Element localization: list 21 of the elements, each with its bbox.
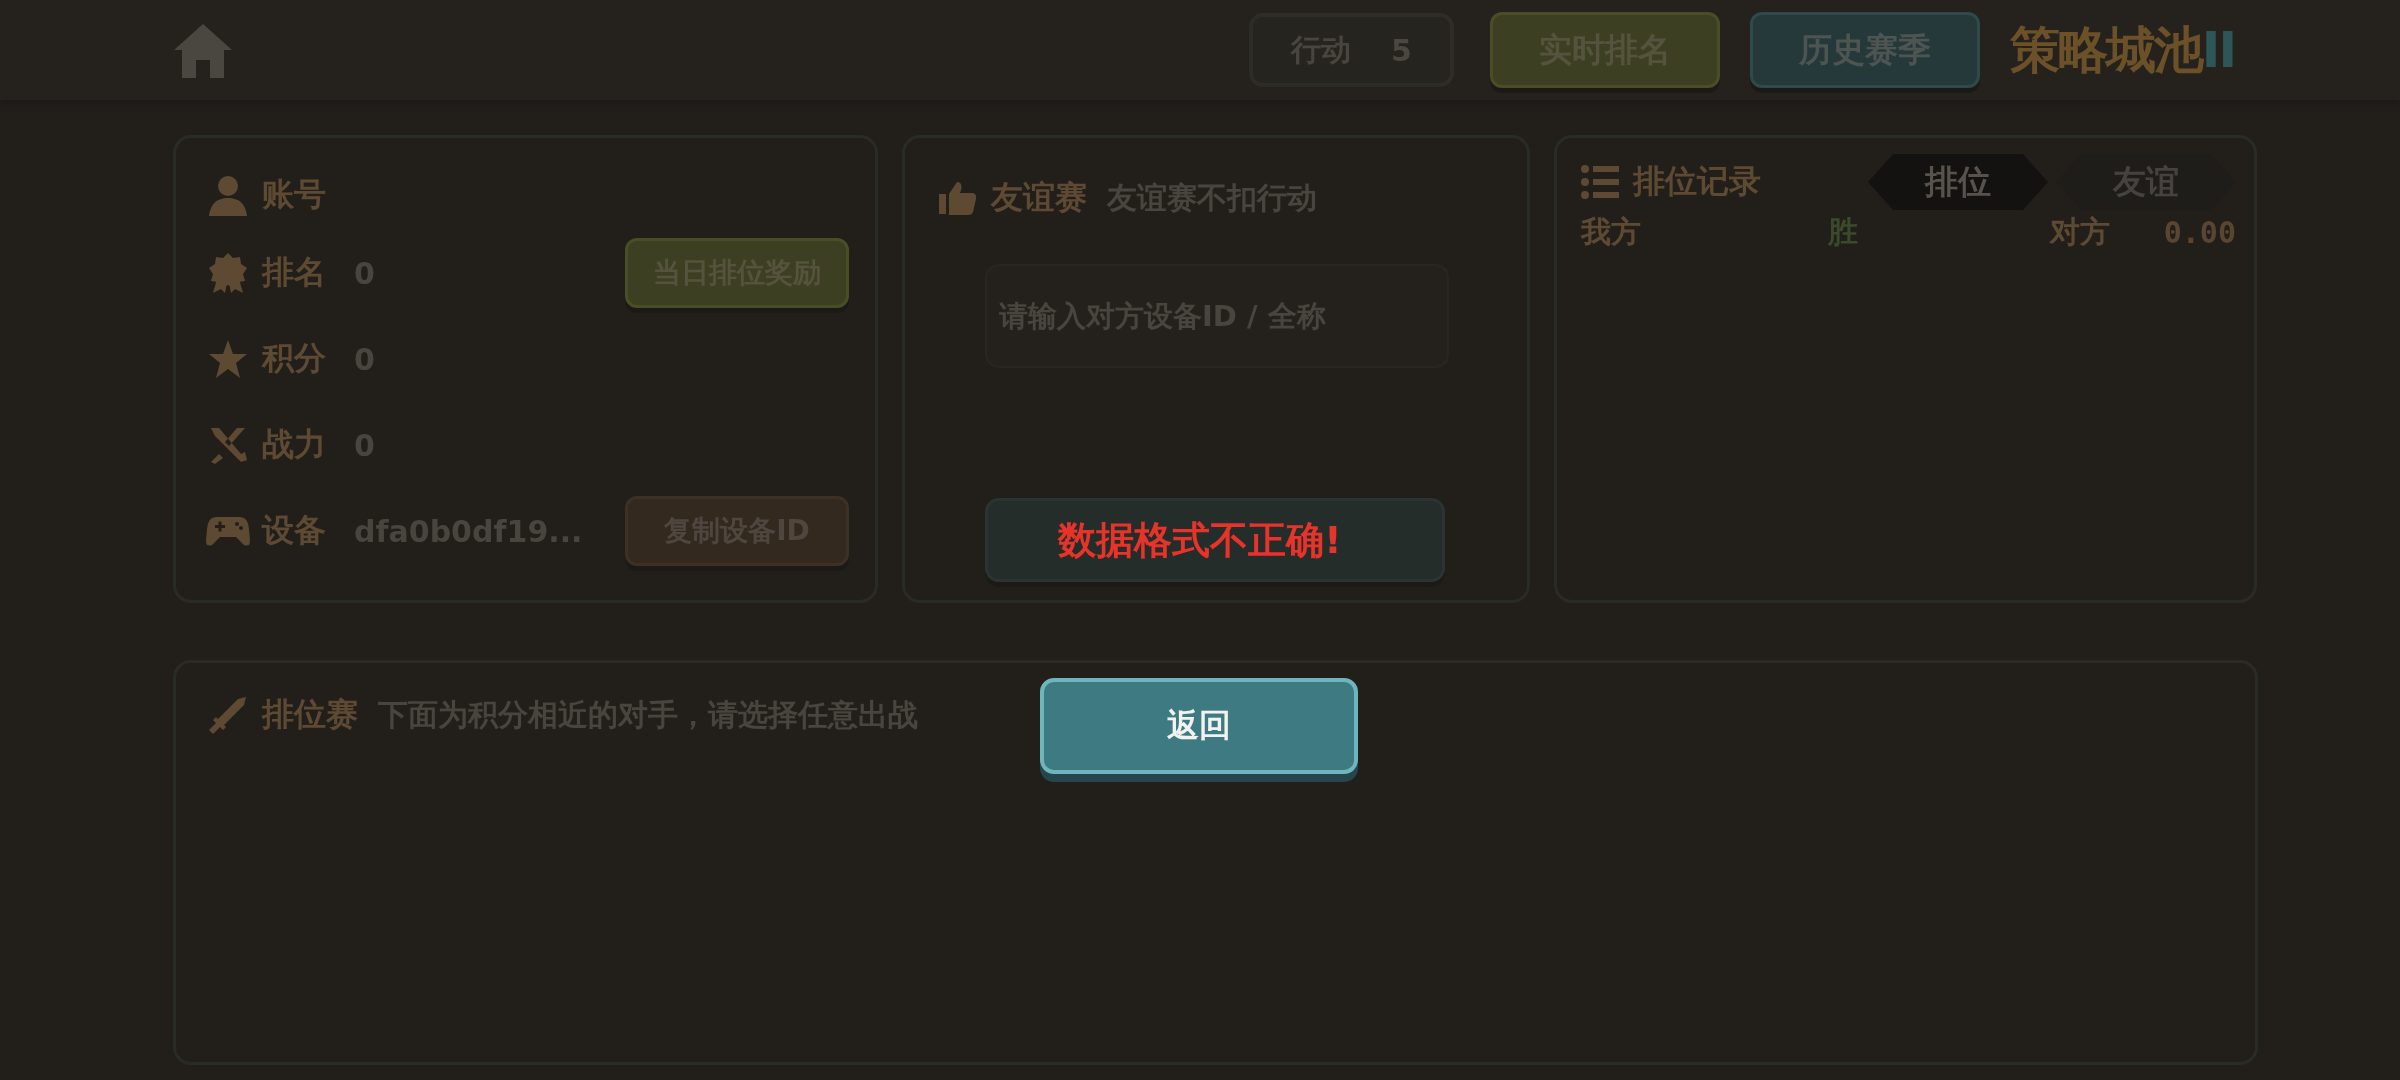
error-message: 数据格式不正确! [1058,517,1342,564]
stat-label: 排名 [262,252,326,293]
star-icon [207,338,249,380]
stat-label: 积分 [262,338,326,379]
thumbs-up-icon [939,180,977,216]
person-icon [207,174,249,216]
stat-label: 设备 [262,510,326,551]
score-value: 0.00 [2163,215,2236,250]
section-title: 账号 [262,174,326,215]
sword-icon [208,695,248,735]
section-title: 友谊赛 [991,177,1087,218]
section-title: 排位记录 [1633,161,1761,202]
game-logo: 策略城池II [2009,19,2235,81]
section-title: 排位赛 [262,694,358,735]
gamepad-icon [206,515,250,547]
filter-tab[interactable]: 排位 [1868,154,2048,210]
medal-icon [207,251,249,295]
list-icon [1581,165,1619,199]
opponent-label: 对方 [2050,213,2112,251]
stat-label: 战力 [262,424,326,465]
own-side-label: 我方 [1581,213,1642,251]
